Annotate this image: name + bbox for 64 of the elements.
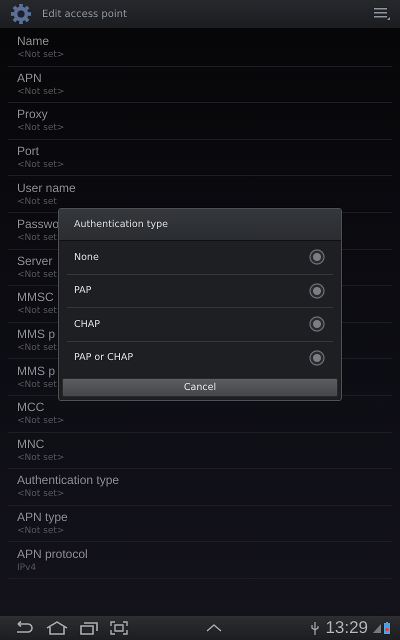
radio-button[interactable]	[309, 282, 325, 299]
option-item[interactable]: PAP	[67, 274, 333, 307]
setting-value: <Not set>	[17, 86, 64, 98]
option-item[interactable]: CHAP	[67, 307, 333, 340]
setting-label: APN type	[17, 510, 68, 526]
setting-value: <Not set>	[17, 525, 64, 538]
cancel-button[interactable]: Cancel	[62, 378, 338, 397]
option-item[interactable]: PAP or CHAP	[67, 340, 333, 374]
radio-button[interactable]	[309, 249, 325, 266]
setting-label: Port	[17, 144, 40, 160]
screenshot-icon[interactable]	[110, 621, 128, 635]
settings-icon	[10, 3, 32, 25]
home-icon[interactable]	[46, 621, 68, 635]
setting-value: <Not set	[17, 305, 57, 318]
setting-label: User name	[17, 180, 76, 196]
settings-item[interactable]: Port <Not set>	[8, 140, 392, 176]
setting-label: Passwo	[17, 217, 60, 232]
setting-value: <Not set>	[17, 452, 64, 464]
setting-value: <Not set	[17, 268, 57, 281]
settings-item[interactable]: Name <Not set>	[8, 30, 392, 67]
setting-value: <Not set	[17, 342, 57, 354]
setting-value: <Not set	[17, 232, 57, 244]
settings-item[interactable]: Authentication type <Not set>	[8, 469, 392, 506]
option-label: PAP	[74, 285, 92, 296]
settings-item[interactable]: APN <Not set>	[8, 66, 392, 104]
setting-value: <Not set>	[17, 415, 64, 428]
menu-icon[interactable]	[374, 7, 390, 21]
usb-icon	[311, 622, 320, 634]
option-item[interactable]: None	[67, 241, 333, 274]
radio-button[interactable]	[309, 350, 325, 366]
option-label: None	[74, 252, 99, 263]
option-label: PAP or CHAP	[74, 352, 134, 364]
setting-label: MMSC	[17, 290, 54, 306]
signal-icon	[372, 622, 382, 634]
dialog-title: Authentication type	[59, 209, 341, 241]
setting-label: MMS p	[17, 364, 56, 379]
setting-value: <Not set>	[17, 49, 64, 62]
settings-item[interactable]: MNC <Not set>	[8, 432, 392, 470]
setting-label: MCC	[17, 400, 44, 416]
setting-label: MNC	[17, 436, 44, 452]
setting-value: <Not set>	[17, 488, 64, 500]
back-icon[interactable]	[14, 621, 34, 635]
setting-value: <Not set>	[17, 159, 64, 172]
option-label: CHAP	[74, 318, 100, 330]
setting-label: APN	[17, 70, 42, 86]
clock: 13:29	[325, 618, 368, 638]
radio-button[interactable]	[309, 316, 325, 332]
setting-label: APN protocol	[17, 546, 88, 562]
battery-icon	[384, 622, 390, 634]
setting-label: MMS p	[17, 327, 56, 342]
setting-label: Server	[17, 254, 52, 269]
recent-apps-icon[interactable]	[80, 621, 98, 635]
chevron-up-icon[interactable]	[206, 624, 222, 632]
screen-title: Edit access point	[42, 8, 128, 20]
setting-label: Proxy	[17, 107, 48, 122]
setting-value: <Not set	[17, 378, 57, 391]
settings-item[interactable]: Proxy <Not set>	[8, 103, 392, 140]
setting-label: Authentication type	[17, 473, 120, 488]
setting-label: Name	[17, 34, 50, 50]
setting-value: IPv4	[17, 562, 36, 574]
setting-value: <Not set	[17, 196, 57, 208]
settings-item[interactable]: APN protocol IPv4	[8, 542, 392, 579]
setting-value: <Not set>	[17, 122, 64, 134]
settings-item[interactable]: APN type <Not set>	[8, 506, 392, 542]
